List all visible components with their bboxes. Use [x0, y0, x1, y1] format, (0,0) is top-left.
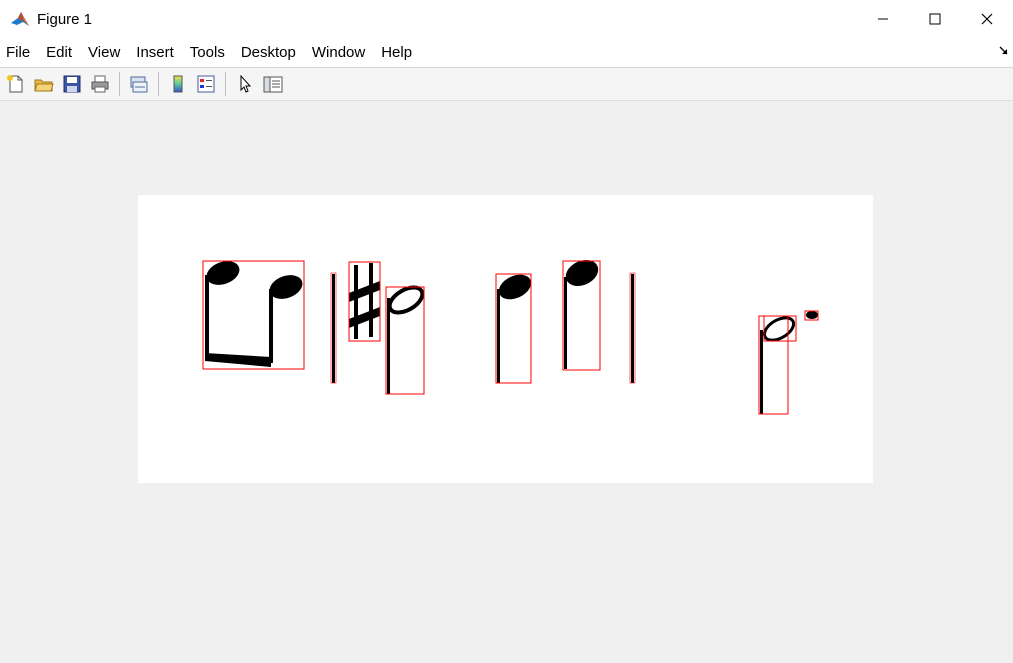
menu-tools[interactable]: Tools: [182, 38, 233, 68]
dock-arrow-icon[interactable]: [999, 46, 1009, 56]
minimize-button[interactable]: [857, 0, 909, 38]
menu-file[interactable]: File: [0, 38, 38, 68]
link-plot-icon: [130, 76, 148, 93]
new-figure-icon: [7, 75, 23, 93]
window-title: Figure 1: [37, 10, 93, 28]
link-plot-button[interactable]: [127, 72, 151, 96]
detection-box: [348, 261, 381, 342]
close-icon: [981, 13, 993, 25]
beamed-notes-symbol: [205, 261, 303, 367]
save-icon: [63, 75, 81, 93]
menu-view[interactable]: View: [80, 38, 128, 68]
half-note-symbol: [760, 316, 796, 414]
toolbar: [0, 68, 1013, 101]
quarter-note-symbol: [497, 274, 532, 383]
matlab-logo-icon: [9, 8, 31, 30]
toolbar-separator: [119, 72, 120, 96]
insert-legend-icon: [197, 75, 215, 93]
image-axes[interactable]: [138, 195, 873, 483]
bar-line: [332, 274, 335, 383]
property-inspector-button[interactable]: [261, 72, 285, 96]
save-button[interactable]: [60, 72, 84, 96]
toolbar-separator: [225, 72, 226, 96]
menu-help[interactable]: Help: [373, 38, 420, 68]
insert-colorbar-icon: [173, 75, 183, 93]
insert-legend-button[interactable]: [194, 72, 218, 96]
close-button[interactable]: [961, 0, 1013, 38]
minimize-icon: [878, 18, 888, 20]
toolbar-separator: [158, 72, 159, 96]
dot-symbol: [806, 311, 818, 319]
menu-desktop[interactable]: Desktop: [233, 38, 304, 68]
title-bar: Figure 1: [0, 0, 1013, 38]
insert-colorbar-button[interactable]: [166, 72, 190, 96]
maximize-icon: [929, 13, 941, 25]
print-icon: [91, 75, 109, 93]
menu-window[interactable]: Window: [304, 38, 373, 68]
half-note-symbol: [387, 285, 425, 394]
menu-bar: File Edit View Insert Tools Desktop Wind…: [0, 38, 1013, 68]
detection-box: [758, 315, 789, 415]
open-file-button[interactable]: [32, 72, 56, 96]
property-inspector-icon: [263, 76, 283, 93]
quarter-note-symbol: [564, 259, 599, 369]
window-controls: [857, 0, 1013, 38]
menu-insert[interactable]: Insert: [128, 38, 182, 68]
menu-edit[interactable]: Edit: [38, 38, 80, 68]
sharp-symbol: [349, 263, 380, 339]
bar-line: [631, 274, 634, 383]
print-button[interactable]: [88, 72, 112, 96]
open-file-icon: [34, 79, 54, 92]
new-figure-button[interactable]: [4, 72, 28, 96]
maximize-button[interactable]: [909, 0, 961, 38]
edit-plot-arrow-icon: [240, 74, 252, 93]
edit-plot-button[interactable]: [233, 72, 257, 96]
